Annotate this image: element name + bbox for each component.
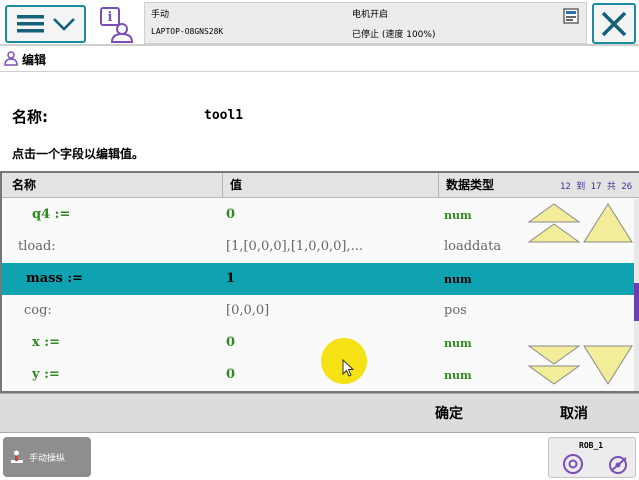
- row-type: num: [444, 369, 472, 382]
- svg-text:i: i: [108, 10, 113, 25]
- instruction-text: 点击一个字段以编辑值。: [12, 147, 145, 161]
- row-name: x :=: [32, 335, 60, 350]
- column-header-name: 名称: [12, 178, 37, 192]
- row-value: 0: [226, 335, 236, 350]
- mechanical-unit-icon: [563, 454, 583, 474]
- row-name: mass :=: [26, 271, 84, 286]
- task-jogging-button[interactable]: 手动操纵: [3, 437, 91, 477]
- name-value: tool1: [204, 108, 244, 123]
- close-icon: [601, 11, 627, 36]
- main-menu-button[interactable]: [5, 5, 86, 43]
- name-label: 名称:: [12, 108, 48, 126]
- column-header-value: 值: [230, 178, 243, 192]
- row-name: q4 :=: [32, 207, 71, 222]
- row-value: 0: [226, 207, 236, 222]
- row-name: y :=: [32, 367, 60, 382]
- scroll-up-arrow-icon[interactable]: [582, 202, 634, 246]
- program-status-icon: [563, 8, 579, 24]
- mouse-pointer-icon: [342, 359, 354, 377]
- run-state: 已停止 (速度 100%): [352, 30, 436, 40]
- row-type: num: [444, 209, 472, 222]
- table-header: 名称 值 数据类型 12 到 17 共 26: [2, 173, 639, 198]
- row-value: 0: [226, 367, 236, 382]
- quickset-panel[interactable]: ROB_1: [548, 437, 636, 478]
- robot-unit-label: ROB_1: [579, 441, 604, 450]
- vertical-scrollbar[interactable]: [634, 199, 639, 391]
- chevron-down-icon: [52, 18, 75, 31]
- close-button[interactable]: [592, 3, 636, 44]
- row-type: pos: [444, 303, 467, 318]
- scroll-down-arrow-icon[interactable]: [582, 343, 634, 387]
- table-row-selected[interactable]: mass := 1 num: [2, 263, 634, 295]
- page-up-double-arrow-icon[interactable]: [527, 202, 581, 246]
- data-table: 名称 值 数据类型 12 到 17 共 26 q4 := 0 num tload…: [0, 171, 639, 393]
- row-name: cog:: [24, 303, 52, 318]
- row-type: loaddata: [444, 239, 502, 254]
- view-title: 编辑: [22, 53, 47, 67]
- page-down-double-arrow-icon[interactable]: [527, 343, 581, 387]
- top-bar: i 手动 LAPTOP-O8GNS28K 电机开启 已停止 (速度 100%): [0, 0, 639, 46]
- page-info: 12 到 17 共 26: [560, 182, 633, 192]
- motor-state: 电机开启: [352, 10, 389, 20]
- table-row[interactable]: cog: [0,0,0] pos: [2, 295, 634, 327]
- row-value: 1: [226, 271, 236, 286]
- status-panel[interactable]: 手动 LAPTOP-O8GNS28K 电机开启 已停止 (速度 100%): [144, 2, 587, 44]
- row-name: tload:: [18, 239, 56, 254]
- hamburger-icon: [16, 15, 44, 33]
- cancel-button[interactable]: 取消: [514, 393, 634, 433]
- row-value: [0,0,0]: [226, 303, 270, 318]
- row-type: num: [444, 273, 472, 286]
- jogging-icon: [11, 450, 23, 463]
- row-value: [1,[0,0,0],[1,0,0,0],...: [226, 239, 363, 254]
- task-label: 手动操纵: [29, 453, 66, 464]
- coordinate-system-icon: [609, 456, 627, 474]
- scroll-thumb[interactable]: [634, 283, 639, 321]
- operator-info-icon[interactable]: i: [98, 6, 136, 44]
- ok-button[interactable]: 确定: [389, 393, 509, 433]
- controller-name: LAPTOP-O8GNS28K: [151, 27, 224, 36]
- column-header-type: 数据类型: [446, 178, 495, 192]
- column-divider: [438, 173, 439, 198]
- task-bar: [0, 434, 639, 480]
- view-title-bar: 编辑: [0, 46, 639, 72]
- column-divider: [222, 173, 223, 198]
- operating-mode: 手动: [151, 10, 170, 20]
- edit-user-icon: [4, 51, 18, 66]
- row-type: num: [444, 337, 472, 350]
